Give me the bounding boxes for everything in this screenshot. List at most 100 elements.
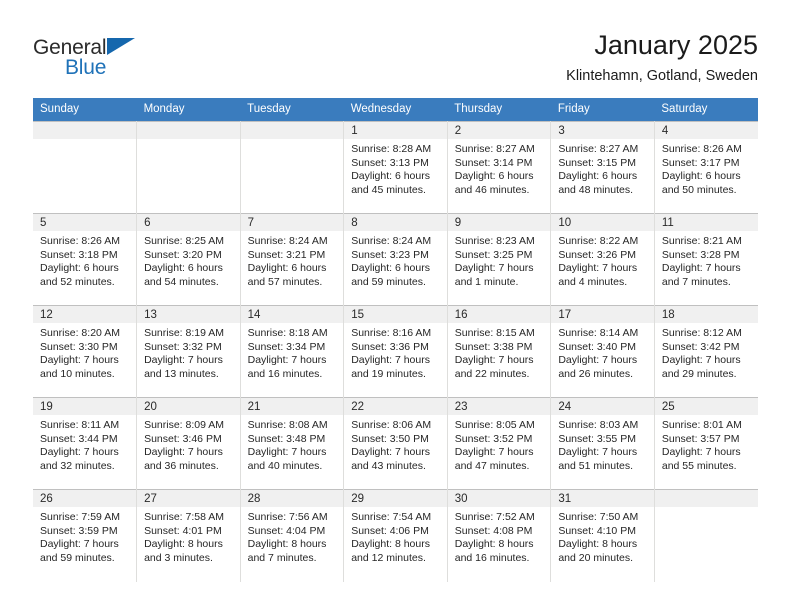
- day-sun-info: Sunrise: 8:16 AM Sunset: 3:36 PM Daylight:…: [344, 323, 447, 381]
- calendar-day-cell[interactable]: 11 Sunrise: 8:21 AM Sunset: 3:28 PM Dayligh…: [654, 213, 758, 306]
- day-number: 30: [447, 490, 551, 507]
- daylight-text: and 10 minutes.: [40, 367, 115, 380]
- day-sun-info: Sunrise: 7:54 AM Sunset: 4:06 PM Daylight:…: [344, 507, 447, 565]
- daylight-text: and 47 minutes.: [454, 459, 530, 472]
- daylight-text: and 36 minutes.: [144, 459, 219, 472]
- day-sun-info: Sunrise: 8:28 AM Sunset: 3:13 PM Daylight:…: [344, 139, 447, 197]
- calendar-day-cell[interactable]: 31 Sunrise: 7:50 AM Sunset: 4:10 PM Dayligh…: [550, 489, 655, 582]
- day-number: 23: [447, 398, 551, 415]
- daylight-text: Daylight: 7 hours: [558, 262, 638, 275]
- sunset-text: Sunset: 3:25 PM: [454, 248, 533, 261]
- daylight-text: Daylight: 6 hours: [661, 170, 741, 183]
- daylight-text: and 19 minutes.: [351, 367, 426, 380]
- sunset-text: Sunset: 3:36 PM: [351, 340, 429, 353]
- calendar-day-cell[interactable]: 7 Sunrise: 8:24 AM Sunset: 3:21 PM Daylight…: [240, 213, 345, 306]
- sunrise-text: Sunrise: 8:20 AM: [40, 327, 120, 339]
- page-title: January 2025: [594, 30, 758, 60]
- sunset-text: Sunset: 3:17 PM: [661, 156, 740, 169]
- day-number: 16: [447, 306, 551, 323]
- daylight-text: Daylight: 6 hours: [351, 262, 430, 275]
- calendar-day-cell[interactable]: 30 Sunrise: 7:52 AM Sunset: 4:08 PM Dayligh…: [447, 489, 552, 582]
- calendar-day-cell[interactable]: 13 Sunrise: 8:19 AM Sunset: 3:32 PM Dayligh…: [136, 305, 241, 398]
- sunrise-text: Sunrise: 8:09 AM: [144, 419, 225, 431]
- calendar-day-cell[interactable]: 28 Sunrise: 7:56 AM Sunset: 4:04 PM Dayligh…: [240, 489, 345, 582]
- sunrise-text: Sunrise: 8:14 AM: [558, 327, 639, 339]
- daylight-text: Daylight: 7 hours: [454, 262, 534, 275]
- daylight-text: Daylight: 7 hours: [40, 538, 119, 551]
- sunset-text: Sunset: 3:13 PM: [351, 156, 429, 169]
- calendar-day-cell[interactable]: 22 Sunrise: 8:06 AM Sunset: 3:50 PM Dayligh…: [343, 397, 448, 490]
- daylight-text: and 16 minutes.: [247, 367, 323, 380]
- day-sun-info: Sunrise: 8:06 AM Sunset: 3:50 PM Daylight:…: [344, 415, 447, 473]
- sunset-text: Sunset: 3:42 PM: [661, 340, 740, 353]
- calendar-day-cell[interactable]: 1 Sunrise: 8:28 AM Sunset: 3:13 PM Daylight…: [343, 121, 448, 214]
- sunrise-text: Sunrise: 7:52 AM: [454, 511, 535, 523]
- daylight-text: Daylight: 8 hours: [144, 538, 223, 551]
- daylight-text: and 50 minutes.: [661, 183, 737, 196]
- calendar-day-cell-empty: [136, 121, 241, 214]
- calendar-day-cell[interactable]: 17 Sunrise: 8:14 AM Sunset: 3:40 PM Dayligh…: [550, 305, 655, 398]
- calendar-day-cell[interactable]: 9 Sunrise: 8:23 AM Sunset: 3:25 PM Daylight…: [447, 213, 552, 306]
- sunset-text: Sunset: 3:14 PM: [454, 156, 533, 169]
- daylight-text: Daylight: 8 hours: [454, 538, 534, 551]
- daylight-text: and 12 minutes.: [351, 551, 426, 564]
- calendar-day-cell[interactable]: 3 Sunrise: 8:27 AM Sunset: 3:15 PM Daylight…: [550, 121, 655, 214]
- calendar-day-cell[interactable]: 25 Sunrise: 8:01 AM Sunset: 3:57 PM Dayligh…: [654, 397, 758, 490]
- daylight-text: Daylight: 7 hours: [247, 354, 327, 367]
- daylight-text: Daylight: 7 hours: [454, 446, 534, 459]
- day-sun-info: Sunrise: 8:21 AM Sunset: 3:28 PM Daylight:…: [655, 231, 758, 289]
- general-blue-logo[interactable]: General Blue: [33, 28, 163, 84]
- calendar-day-cell[interactable]: 20 Sunrise: 8:09 AM Sunset: 3:46 PM Dayligh…: [136, 397, 241, 490]
- calendar-day-cell[interactable]: 15 Sunrise: 8:16 AM Sunset: 3:36 PM Dayligh…: [343, 305, 448, 398]
- day-number: 11: [654, 214, 758, 231]
- day-number: 18: [654, 306, 758, 323]
- sunrise-text: Sunrise: 7:58 AM: [144, 511, 225, 523]
- sunrise-text: Sunrise: 8:15 AM: [454, 327, 535, 339]
- calendar-day-cell[interactable]: 4 Sunrise: 8:26 AM Sunset: 3:17 PM Daylight…: [654, 121, 758, 214]
- calendar-day-cell[interactable]: 10 Sunrise: 8:22 AM Sunset: 3:26 PM Dayligh…: [550, 213, 655, 306]
- calendar-day-cell[interactable]: 23 Sunrise: 8:05 AM Sunset: 3:52 PM Dayligh…: [447, 397, 552, 490]
- calendar-day-cell[interactable]: 6 Sunrise: 8:25 AM Sunset: 3:20 PM Daylight…: [136, 213, 241, 306]
- day-number: 28: [240, 490, 344, 507]
- daylight-text: and 59 minutes.: [40, 551, 115, 564]
- day-number: 29: [344, 490, 447, 507]
- calendar-day-cell[interactable]: 16 Sunrise: 8:15 AM Sunset: 3:38 PM Dayligh…: [447, 305, 552, 398]
- sunrise-text: Sunrise: 8:24 AM: [247, 235, 328, 247]
- sunset-text: Sunset: 3:28 PM: [661, 248, 740, 261]
- day-sun-info: Sunrise: 8:24 AM Sunset: 3:21 PM Daylight:…: [241, 231, 344, 289]
- title-block: January 2025 Klintehamn, Gotland, Sweden: [566, 28, 758, 84]
- calendar-day-cell[interactable]: 19 Sunrise: 8:11 AM Sunset: 3:44 PM Dayligh…: [33, 397, 138, 490]
- sunset-text: Sunset: 4:06 PM: [351, 524, 429, 537]
- calendar-day-cell[interactable]: 2 Sunrise: 8:27 AM Sunset: 3:14 PM Daylight…: [447, 121, 552, 214]
- calendar-day-cell[interactable]: 8 Sunrise: 8:24 AM Sunset: 3:23 PM Daylight…: [343, 213, 448, 306]
- calendar-day-cell[interactable]: 27 Sunrise: 7:58 AM Sunset: 4:01 PM Dayligh…: [136, 489, 241, 582]
- calendar-day-cell[interactable]: 26 Sunrise: 7:59 AM Sunset: 3:59 PM Dayligh…: [33, 489, 138, 582]
- calendar-day-cell[interactable]: 5 Sunrise: 8:26 AM Sunset: 3:18 PM Daylight…: [33, 213, 138, 306]
- daylight-text: and 7 minutes.: [661, 275, 731, 288]
- logo-text-blue: Blue: [65, 56, 107, 79]
- daylight-text: Daylight: 7 hours: [40, 354, 119, 367]
- calendar-day-cell[interactable]: 14 Sunrise: 8:18 AM Sunset: 3:34 PM Dayligh…: [240, 305, 345, 398]
- sunrise-text: Sunrise: 8:12 AM: [661, 327, 742, 339]
- day-number: [654, 490, 758, 507]
- daylight-text: Daylight: 7 hours: [558, 354, 638, 367]
- sunset-text: Sunset: 3:38 PM: [454, 340, 533, 353]
- day-number: [240, 122, 344, 139]
- day-number: 10: [551, 214, 654, 231]
- calendar-day-cell[interactable]: 29 Sunrise: 7:54 AM Sunset: 4:06 PM Dayligh…: [343, 489, 448, 582]
- day-number: 8: [344, 214, 447, 231]
- day-number: 9: [447, 214, 551, 231]
- sunrise-text: Sunrise: 7:56 AM: [247, 511, 328, 523]
- day-sun-info: Sunrise: 8:12 AM Sunset: 3:42 PM Daylight:…: [655, 323, 758, 381]
- day-number: 3: [551, 122, 654, 139]
- calendar-day-cell[interactable]: 24 Sunrise: 8:03 AM Sunset: 3:55 PM Dayligh…: [550, 397, 655, 490]
- calendar-day-cell[interactable]: 21 Sunrise: 8:08 AM Sunset: 3:48 PM Dayligh…: [240, 397, 345, 490]
- sunset-text: Sunset: 3:48 PM: [247, 432, 326, 445]
- daylight-text: Daylight: 7 hours: [454, 354, 534, 367]
- sunrise-text: Sunrise: 8:05 AM: [454, 419, 535, 431]
- sunrise-text: Sunrise: 8:28 AM: [351, 143, 432, 155]
- calendar-day-cell[interactable]: 12 Sunrise: 8:20 AM Sunset: 3:30 PM Dayligh…: [33, 305, 138, 398]
- calendar-day-cell[interactable]: 18 Sunrise: 8:12 AM Sunset: 3:42 PM Dayligh…: [654, 305, 758, 398]
- sunset-text: Sunset: 4:01 PM: [144, 524, 222, 537]
- daylight-text: Daylight: 7 hours: [247, 446, 327, 459]
